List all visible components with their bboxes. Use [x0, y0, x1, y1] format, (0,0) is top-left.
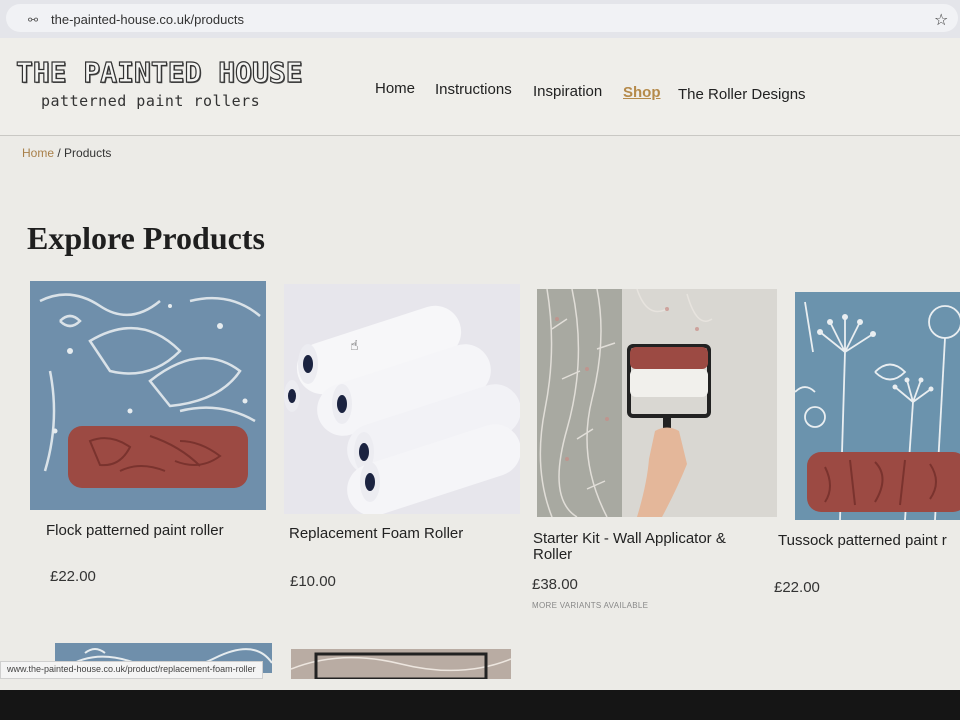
page-title: Explore Products	[27, 220, 265, 256]
nav-inspiration[interactable]: Inspiration	[533, 83, 602, 100]
breadcrumb-current: Products	[64, 146, 112, 160]
logo-subtitle[interactable]: patterned paint rollers	[41, 92, 260, 110]
site-info-icon[interactable]: ⚯	[28, 13, 42, 27]
product-price-foam-roller: £10.00	[290, 573, 336, 590]
site-header: THE PAINTED HOUSE patterned paint roller…	[0, 38, 960, 136]
nav-instructions[interactable]: Instructions	[435, 81, 512, 98]
nav-roller-designs[interactable]: The Roller Designs	[678, 86, 806, 103]
nav-home[interactable]: Home	[375, 80, 415, 97]
breadcrumb-home[interactable]: Home	[22, 146, 54, 160]
breadcrumb: Home / Products	[22, 146, 111, 160]
url-text[interactable]: the-painted-house.co.uk/products	[51, 12, 244, 27]
address-bar[interactable]: ⚯ the-painted-house.co.uk/products ☆	[6, 4, 958, 32]
product-image-foam-roller[interactable]	[284, 284, 520, 514]
browser-screen: ⚯ the-painted-house.co.uk/products ☆ THE…	[0, 0, 960, 690]
product-image-tussock[interactable]	[795, 292, 960, 520]
monitor-bezel	[0, 690, 960, 720]
product-price-tussock: £22.00	[774, 579, 820, 596]
product-image-flock[interactable]	[30, 281, 266, 510]
product-name-starter-kit-line2[interactable]: Roller	[533, 545, 572, 565]
product-image-starter-kit[interactable]	[537, 289, 777, 517]
nav-shop[interactable]: Shop	[623, 84, 661, 101]
product-price-flock: £22.00	[50, 568, 96, 585]
product-image-row2-2[interactable]	[291, 649, 511, 679]
hand-cursor-icon: ☝	[350, 338, 359, 354]
product-name-tussock[interactable]: Tussock patterned paint r	[778, 531, 947, 551]
status-bar-url: www.the-painted-house.co.uk/product/repl…	[0, 661, 263, 679]
product-price-starter-kit: £38.00	[532, 576, 578, 593]
product-name-flock[interactable]: Flock patterned paint roller	[46, 521, 224, 541]
more-variants-label: MORE VARIANTS AVAILABLE	[532, 601, 649, 610]
product-name-foam-roller[interactable]: Replacement Foam Roller	[289, 524, 463, 544]
logo-title[interactable]: THE PAINTED HOUSE	[15, 55, 303, 89]
browser-toolbar: ⚯ the-painted-house.co.uk/products ☆	[0, 0, 960, 38]
bookmark-star-icon[interactable]: ☆	[934, 10, 948, 29]
breadcrumb-separator: /	[57, 146, 61, 160]
